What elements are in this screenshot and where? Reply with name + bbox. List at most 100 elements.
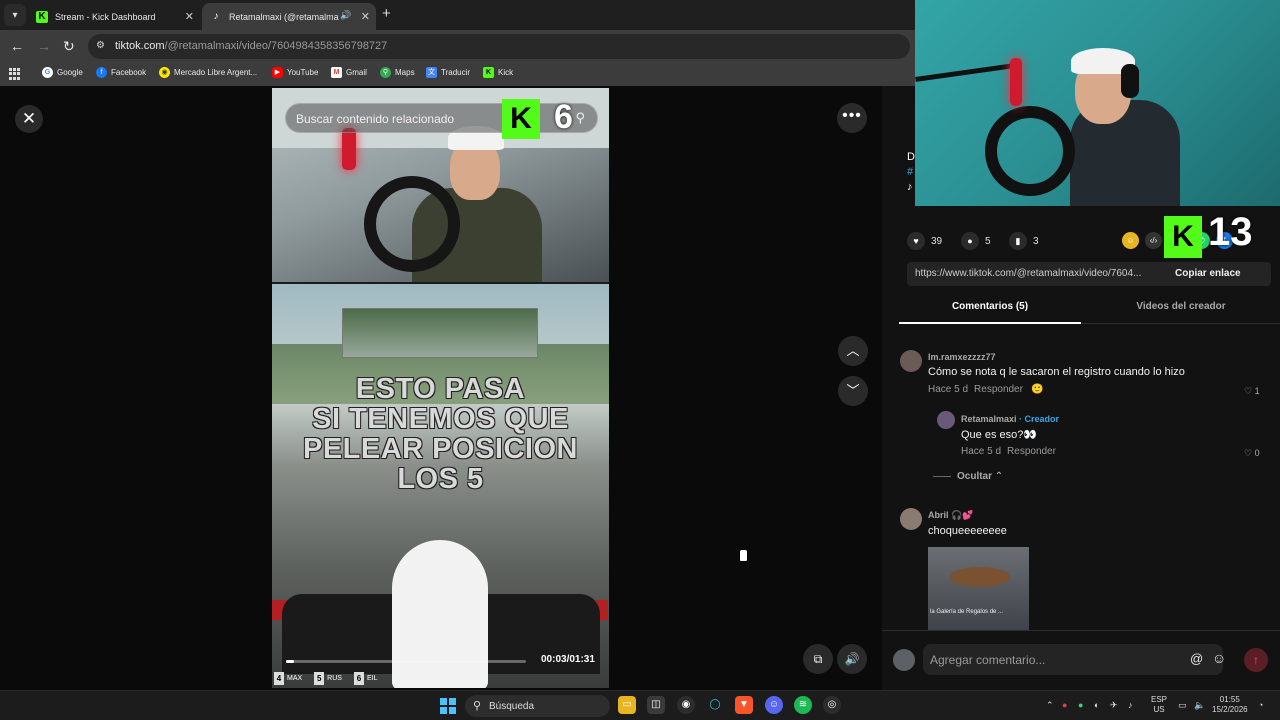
close-tab-icon[interactable]: ✕ — [361, 10, 370, 23]
share-link-box: https://www.tiktok.com/@retamalmaxi/vide… — [907, 262, 1271, 286]
chrome-icon[interactable]: ◉ — [677, 696, 695, 714]
bookmark-google[interactable]: G Google — [42, 67, 83, 78]
caption-line: PELEAR POSICION — [303, 433, 578, 465]
tray-chevron-icon[interactable]: ⌃ — [1046, 700, 1054, 711]
comment-text: choqueeeeeeee — [928, 525, 1007, 537]
more-options-button[interactable]: ••• — [837, 103, 867, 133]
game-replay-inset — [342, 308, 538, 358]
reload-icon[interactable]: ↻ — [63, 38, 75, 55]
hide-replies-button[interactable]: Ocultar ⌃ — [933, 471, 1003, 482]
bookmark-mercadolibre[interactable]: ◉ Mercado Libre Argent... — [159, 67, 257, 78]
back-arrow-icon[interactable]: ← — [10, 38, 24, 54]
reply-button[interactable]: Responder — [974, 384, 1023, 395]
bookmark-maps[interactable]: ⚲ Maps — [380, 67, 415, 78]
tab-kick-dashboard[interactable]: K Stream - Kick Dashboard ✕ — [28, 3, 200, 30]
audio-playing-icon[interactable]: 🔊 — [340, 10, 351, 21]
reply-username: Retamalmaxi — [961, 414, 1017, 424]
tray-app-icon[interactable]: ✈ — [1110, 700, 1118, 711]
kick-logo-badge: K — [1164, 216, 1202, 258]
discord-icon[interactable]: ☺ — [765, 696, 783, 714]
bookmark-facebook[interactable]: f Facebook — [96, 67, 146, 78]
next-video-button[interactable]: ﹀ — [838, 376, 868, 406]
tray-app-icon[interactable]: ● — [1062, 700, 1067, 710]
close-video-button[interactable]: ✕ — [15, 105, 43, 133]
file-explorer-icon[interactable]: ▭ — [618, 696, 636, 714]
volume-icon[interactable]: 🔈 — [1194, 700, 1205, 711]
windows-start-icon[interactable] — [440, 698, 456, 714]
emoji-icon[interactable]: ☺ — [1212, 650, 1226, 666]
site-settings-icon[interactable]: ⚙ — [96, 40, 108, 52]
comment-username[interactable]: Retamalmaxi · Creador — [961, 414, 1059, 424]
input-language[interactable]: ESP US — [1151, 695, 1167, 715]
new-tab-button[interactable]: + — [382, 5, 391, 22]
network-icon[interactable]: ▭ — [1178, 700, 1187, 711]
hud-pos-number: 6 — [353, 672, 364, 685]
close-tab-icon[interactable]: ✕ — [185, 10, 194, 23]
apps-grid-icon[interactable] — [9, 68, 21, 80]
tab-search-chevron-icon[interactable]: ▾ — [4, 4, 26, 26]
url-path: /@retamalmaxi/video/7604984358356798727 — [164, 40, 388, 52]
like-button[interactable]: ♥ 39 — [907, 232, 942, 250]
previous-video-button[interactable]: ︿ — [838, 336, 868, 366]
video-player[interactable]: Buscar contenido relacionado ⚲ K 6 ESTO … — [272, 88, 609, 688]
related-search-input[interactable]: Buscar contenido relacionado ⚲ — [285, 103, 598, 133]
creator-badge: · Creador — [1016, 414, 1060, 424]
store-icon[interactable]: ◫ — [647, 696, 665, 714]
reply-button[interactable]: Responder — [1007, 446, 1056, 457]
video-progress-bar[interactable] — [286, 660, 526, 663]
picture-in-picture-icon[interactable]: ⧉ — [803, 644, 833, 674]
tab-tiktok[interactable]: ♪ Retamalmaxi (@retamalmaxi) 🔊 ✕ — [202, 3, 376, 30]
taskbar-search-label: Búsqueda — [489, 701, 535, 712]
tab-creator-videos[interactable]: Videos del creador — [1090, 301, 1272, 312]
save-button[interactable]: ▮ 3 — [1009, 232, 1039, 250]
system-clock[interactable]: 01:55 15/2/2026 — [1212, 695, 1248, 715]
bookmark-youtube[interactable]: ▶ YouTube — [272, 67, 318, 78]
hide-label: Ocultar — [957, 471, 993, 482]
comment-like-button[interactable]: ♡ 0 — [1244, 448, 1260, 459]
forward-arrow-icon[interactable]: → — [37, 38, 51, 54]
search-icon[interactable]: ⚲ — [575, 110, 585, 126]
avatar[interactable] — [937, 411, 955, 429]
comment-input[interactable] — [923, 644, 1223, 675]
embed-code-icon[interactable]: ‹/› — [1145, 232, 1162, 249]
video-caption-overlay: ESTO PASA SI TENEMOS QUE PELEAR POSICION… — [272, 374, 609, 494]
url-omnibox[interactable]: ⚙ tiktok.com/@retamalmaxi/video/76049843… — [88, 34, 910, 59]
url-text[interactable]: tiktok.com/@retamalmaxi/video/7604984358… — [115, 40, 387, 52]
brave-icon[interactable]: ▼ — [735, 696, 753, 714]
bookmark-kick[interactable]: K Kick — [483, 67, 513, 78]
comment-username[interactable]: lm.ramxezzzz77 — [928, 352, 996, 362]
post-comment-button[interactable]: ↑ — [1244, 648, 1268, 672]
taskbar-search[interactable]: ⚲ Búsqueda — [465, 695, 610, 717]
bookmark-traducir[interactable]: 文 Traducir — [426, 67, 470, 78]
avatar[interactable] — [900, 350, 922, 372]
lang-code: ESP — [1151, 695, 1168, 704]
comment-image[interactable]: la Galería de Regalos de ... — [928, 547, 1029, 630]
share-url[interactable]: https://www.tiktok.com/@retamalmaxi/vide… — [915, 268, 1165, 279]
comment-username[interactable]: Abril 🎧💕 — [928, 510, 973, 521]
alexa-icon[interactable]: ◯ — [706, 696, 724, 714]
tray-app-icon[interactable]: ● — [1078, 700, 1083, 710]
creator-liked-avatar-icon: 🙂 — [1030, 384, 1044, 395]
facebook-icon: f — [96, 67, 107, 78]
comment-age: Hace 5 d — [928, 384, 969, 395]
search-placeholder: Buscar contenido relacionado — [296, 112, 455, 126]
share-gift-icon[interactable]: ☺ — [1122, 232, 1139, 249]
caption-line: ESTO PASA — [355, 373, 526, 405]
comment-count: 5 — [985, 235, 991, 247]
comment-list: lm.ramxezzzz77 Cómo se nota q le sacaron… — [882, 338, 1280, 630]
microphone-icon[interactable]: ♪ — [1128, 700, 1133, 710]
spotify-icon[interactable]: ≋ — [794, 696, 812, 714]
copy-link-button[interactable]: Copiar enlace — [1175, 268, 1241, 279]
bookmark-gmail[interactable]: M Gmail — [331, 67, 367, 78]
volume-icon[interactable]: 🔊 — [837, 644, 867, 674]
obs-icon[interactable]: ◎ — [823, 696, 841, 714]
comment-button[interactable]: ● 5 — [961, 232, 991, 250]
bookmarks-bar: G Google f Facebook ◉ Mercado Libre Argent.… — [0, 62, 915, 86]
tab-comments[interactable]: Comentarios (5) — [899, 301, 1081, 312]
mention-icon[interactable]: @ — [1190, 651, 1203, 666]
avatar[interactable] — [900, 508, 922, 530]
comment-like-button[interactable]: ♡ 1 — [1244, 386, 1260, 397]
video-time: 00:03/01:31 — [541, 654, 595, 665]
notifications-icon[interactable]: ◔ — [1258, 700, 1263, 710]
tray-app-icon[interactable]: ◐ — [1094, 700, 1099, 710]
